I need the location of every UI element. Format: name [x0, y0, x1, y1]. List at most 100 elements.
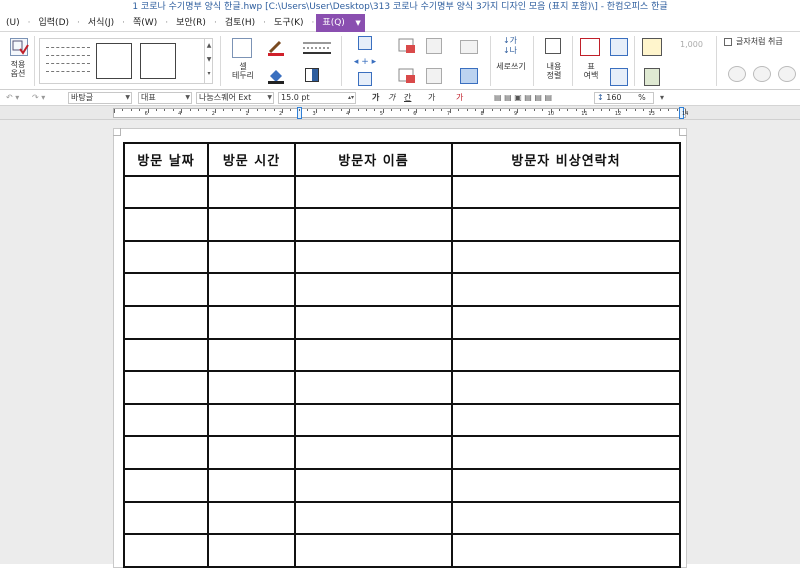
table-cell[interactable] — [207, 207, 296, 242]
table-margin-icon[interactable] — [580, 38, 600, 56]
number-format-field[interactable]: 1,000 — [680, 40, 710, 49]
table-cell[interactable] — [207, 370, 296, 405]
menu-item-tools[interactable]: 도구(K) — [268, 14, 310, 32]
table-cell[interactable] — [451, 533, 681, 568]
table-cell[interactable] — [123, 272, 209, 307]
distribute-icon[interactable] — [460, 40, 478, 54]
table-cell[interactable] — [451, 174, 681, 210]
font-size-field[interactable]: 15.0 pt ▴▾ — [278, 92, 356, 104]
table-cell[interactable] — [207, 402, 296, 438]
table-cell[interactable] — [207, 304, 296, 340]
visitor-log-table[interactable]: 방문 날짜 방문 시간 방문자 이름 방문자 비상연락처 — [123, 142, 681, 568]
table-cell[interactable] — [123, 370, 209, 405]
menu-item-security[interactable]: 보안(R) — [170, 14, 212, 32]
table-cell[interactable] — [451, 435, 681, 470]
table-cell[interactable] — [294, 467, 453, 503]
header-visit-date[interactable]: 방문 날짜 — [123, 142, 209, 177]
italic-button[interactable]: 가 — [388, 93, 395, 103]
table-cell[interactable] — [207, 174, 296, 210]
table-cell[interactable] — [451, 337, 681, 373]
table-cell[interactable] — [123, 239, 209, 275]
menu-item-insert[interactable]: 입력(D) — [33, 14, 76, 32]
table-cell[interactable] — [123, 304, 209, 340]
vertical-write-icon[interactable]: ↓가 ↓나 — [500, 36, 520, 58]
delete-rows-icon[interactable] — [398, 68, 416, 84]
table-style-gallery[interactable]: ▲ ▼ ▾ — [39, 38, 213, 84]
table-cell[interactable] — [207, 337, 296, 373]
underline-button[interactable]: 간 — [404, 93, 411, 103]
gallery-scroll[interactable]: ▲ ▼ ▾ — [204, 39, 213, 83]
table-cell[interactable] — [207, 500, 296, 536]
redo-icon[interactable]: ↷ ▾ — [32, 93, 45, 103]
horizontal-ruler[interactable]: 6 4 2 1 2 3 4 5 6 7 8 9 10 11 12 13 14 — [113, 107, 688, 119]
col-width-icon[interactable] — [610, 68, 628, 86]
table-cell[interactable] — [123, 467, 209, 503]
undo-icon[interactable]: ↶ ▾ — [6, 93, 19, 103]
wrap-front-icon[interactable] — [753, 66, 771, 82]
document-workspace[interactable]: 방문 날짜 방문 시간 방문자 이름 방문자 비상연락처 — [0, 120, 800, 568]
line-spacing-field[interactable]: ↕ 160 % — [594, 92, 654, 104]
formula-icon[interactable] — [642, 38, 662, 56]
content-align-icon[interactable] — [545, 38, 561, 54]
menu-item-table[interactable]: 표(Q) ▼ — [316, 13, 365, 32]
table-cell[interactable] — [123, 500, 209, 536]
font-select[interactable]: 나눔스퀘어 Ext ▼ — [196, 92, 274, 104]
table-cell[interactable] — [207, 239, 296, 275]
insert-below-icon[interactable] — [358, 72, 372, 86]
header-emergency-contact[interactable]: 방문자 비상연락처 — [451, 142, 681, 177]
table-cell[interactable] — [294, 304, 453, 340]
header-visitor-name[interactable]: 방문자 이름 — [294, 142, 453, 177]
menu-item-review[interactable]: 검토(H) — [219, 14, 261, 32]
table-cell[interactable] — [451, 304, 681, 340]
table-cell[interactable] — [451, 467, 681, 503]
table-cell[interactable] — [294, 272, 453, 307]
table-cell[interactable] — [294, 337, 453, 373]
chevron-down-icon[interactable]: ▾ — [660, 93, 664, 103]
distribute-cols-icon[interactable] — [460, 68, 478, 84]
menu-item-u[interactable]: (U) — [0, 14, 26, 32]
table-cell[interactable] — [123, 337, 209, 373]
wrap-behind-icon[interactable] — [778, 66, 796, 82]
chevron-down-icon[interactable]: ▼ — [355, 14, 360, 32]
table-cell[interactable] — [451, 370, 681, 405]
table-cell[interactable] — [451, 239, 681, 275]
table-cell[interactable] — [294, 500, 453, 536]
table-cell[interactable] — [294, 402, 453, 438]
table-cell[interactable] — [123, 435, 209, 470]
wrap-square-icon[interactable] — [728, 66, 746, 82]
row-height-icon[interactable] — [610, 38, 628, 56]
font-color-button[interactable]: 가 — [456, 93, 463, 103]
document-page[interactable]: 방문 날짜 방문 시간 방문자 이름 방문자 비상연락처 — [113, 128, 687, 568]
menu-item-page[interactable]: 쪽(W) — [127, 14, 163, 32]
table-cell[interactable] — [207, 533, 296, 568]
table-cell[interactable] — [294, 174, 453, 210]
table-cell[interactable] — [294, 370, 453, 405]
table-cell[interactable] — [123, 207, 209, 242]
style-select[interactable]: 바탕글 ▼ — [68, 92, 132, 104]
table-cell[interactable] — [123, 533, 209, 568]
fill-bucket-icon[interactable] — [266, 66, 286, 84]
table-cell[interactable] — [294, 239, 453, 275]
spinner-icon[interactable]: ▴▾ — [348, 93, 354, 103]
table-cell[interactable] — [123, 402, 209, 438]
delete-cells-icon[interactable] — [398, 38, 416, 54]
insert-above-icon[interactable] — [358, 36, 372, 50]
table-cell[interactable] — [294, 207, 453, 242]
table-cell[interactable] — [207, 435, 296, 470]
bold-button[interactable]: 가 — [372, 93, 379, 103]
header-visit-time[interactable]: 방문 시간 — [207, 142, 296, 177]
table-style-apply-icon[interactable] — [10, 38, 29, 56]
cell-shade-icon[interactable] — [305, 68, 319, 82]
table-cell[interactable] — [123, 174, 209, 210]
table-cell[interactable] — [451, 272, 681, 307]
superscript-button[interactable]: 가 — [428, 93, 435, 103]
table-cell[interactable] — [294, 533, 453, 568]
treat-as-char-checkbox[interactable] — [724, 38, 732, 46]
line-style-icon[interactable] — [303, 40, 331, 54]
split-cells-icon[interactable] — [426, 68, 442, 84]
insert-left-right-icon[interactable]: ◂ + ▸ — [346, 56, 384, 68]
brush-icon[interactable] — [266, 38, 286, 56]
table-cell[interactable] — [451, 402, 681, 438]
language-select[interactable]: 대표 ▼ — [138, 92, 192, 104]
table-cell[interactable] — [207, 467, 296, 503]
